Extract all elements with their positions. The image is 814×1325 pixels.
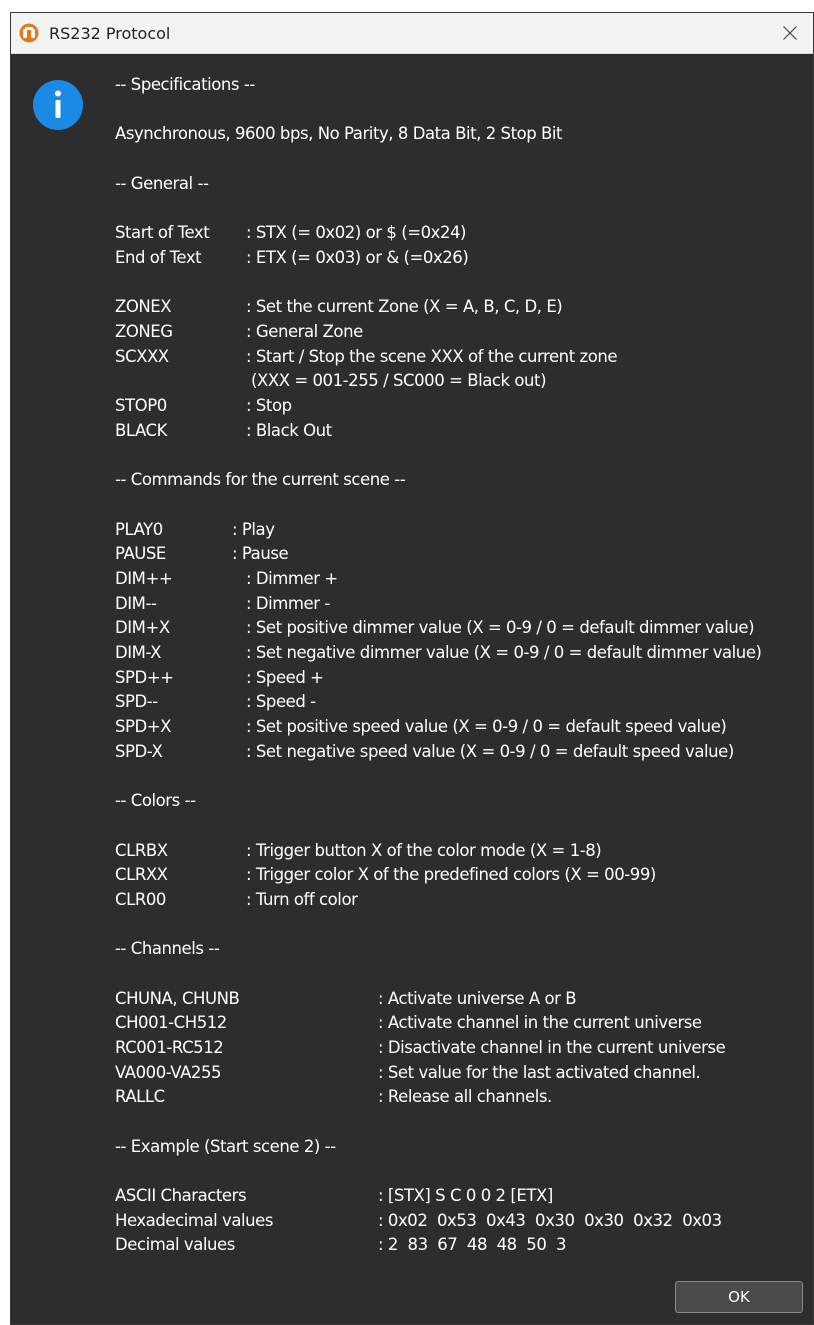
- command-description: : Set positive dimmer value (X = 0-9 / 0…: [246, 618, 755, 637]
- command-name: CHUNA, CHUNB: [115, 989, 240, 1008]
- command-name: CLRBX: [115, 841, 168, 860]
- colors-heading: -- Colors --: [115, 791, 196, 810]
- command-name: PLAY0: [115, 520, 163, 539]
- command-description: : Activate channel in the current univer…: [378, 1013, 702, 1032]
- command-description: : Trigger button X of the color mode (X …: [246, 841, 602, 860]
- example-heading: -- Example (Start scene 2) --: [115, 1137, 336, 1156]
- command-name: SPD+X: [115, 717, 172, 736]
- command-name: STOP0: [115, 396, 167, 415]
- command-description: : Speed +: [246, 668, 324, 687]
- command-description: (XXX = 001-255 / SC000 = Black out): [251, 371, 547, 390]
- command-name: RC001-RC512: [115, 1038, 224, 1057]
- command-description: : 2 83 67 48 48 50 3: [378, 1235, 567, 1254]
- command-name: Hexadecimal values: [115, 1211, 274, 1230]
- command-description: : Activate universe A or B: [378, 989, 577, 1008]
- command-name: BLACK: [115, 421, 167, 440]
- command-description: : [STX] S C 0 0 2 [ETX]: [378, 1186, 553, 1205]
- scene-commands-heading: -- Commands for the current scene --: [115, 470, 406, 489]
- command-name: ASCII Characters: [115, 1186, 247, 1205]
- command-name: End of Text: [115, 248, 202, 267]
- command-description: : STX (= 0x02) or $ (=0x24): [246, 223, 467, 242]
- command-name: CLR00: [115, 890, 166, 909]
- command-description: : Disactivate channel in the current uni…: [378, 1038, 726, 1057]
- command-description: : Set negative speed value (X = 0-9 / 0 …: [246, 742, 734, 761]
- command-description: : Start / Stop the scene XXX of the curr…: [246, 347, 618, 366]
- command-description: : Set the current Zone (X = A, B, C, D, …: [246, 297, 563, 316]
- command-name: Decimal values: [115, 1235, 235, 1254]
- command-name: RALLC: [115, 1087, 165, 1106]
- command-description: : Dimmer +: [246, 569, 338, 588]
- command-description: : Dimmer -: [246, 594, 330, 613]
- command-name: PAUSE: [115, 544, 166, 563]
- command-name: ZONEX: [115, 297, 172, 316]
- command-description: : Black Out: [246, 421, 332, 440]
- info-icon: [33, 80, 83, 130]
- close-button[interactable]: [767, 13, 813, 53]
- command-name: SPD--: [115, 692, 158, 711]
- command-description: : ETX (= 0x03) or & (=0x26): [246, 248, 469, 267]
- command-description: : Set value for the last activated chann…: [378, 1063, 701, 1082]
- rs232-protocol-dialog: RS232 Protocol -- Specifications -- Asyn…: [10, 12, 814, 1325]
- specifications-heading: -- Specifications --: [115, 75, 255, 94]
- window-title: RS232 Protocol: [49, 24, 171, 43]
- general-heading: -- General --: [115, 174, 209, 193]
- title-bar[interactable]: RS232 Protocol: [11, 13, 813, 54]
- command-description: : Release all channels.: [378, 1087, 552, 1106]
- command-name: Start of Text: [115, 223, 210, 242]
- command-name: SPD-X: [115, 742, 163, 761]
- ok-button[interactable]: OK: [675, 1281, 803, 1313]
- command-name: DIM--: [115, 594, 157, 613]
- command-name: DIM+X: [115, 618, 170, 637]
- command-description: : 0x02 0x53 0x43 0x30 0x30 0x32 0x03: [378, 1211, 722, 1230]
- channels-heading: -- Channels --: [115, 939, 220, 958]
- command-name: CH001-CH512: [115, 1013, 227, 1032]
- command-description: : Turn off color: [246, 890, 358, 909]
- command-description: : Stop: [246, 396, 292, 415]
- command-name: DIM-X: [115, 643, 161, 662]
- command-description: : Set negative dimmer value (X = 0-9 / 0…: [246, 643, 762, 662]
- command-description: : Trigger color X of the predefined colo…: [246, 865, 656, 884]
- command-name: DIM++: [115, 569, 173, 588]
- command-description: : Pause: [232, 544, 289, 563]
- specifications-text: Asynchronous, 9600 bps, No Parity, 8 Dat…: [115, 124, 563, 143]
- command-description: : General Zone: [246, 322, 363, 341]
- command-name: SPD++: [115, 668, 174, 687]
- orange-app-logo-icon: [19, 23, 39, 43]
- command-name: ZONEG: [115, 322, 173, 341]
- command-name: CLRXX: [115, 865, 168, 884]
- command-description: : Set positive speed value (X = 0-9 / 0 …: [246, 717, 727, 736]
- command-name: VA000-VA255: [115, 1063, 222, 1082]
- command-name: SCXXX: [115, 347, 169, 366]
- command-description: : Play: [232, 520, 275, 539]
- command-description: : Speed -: [246, 692, 316, 711]
- close-icon: [783, 26, 797, 40]
